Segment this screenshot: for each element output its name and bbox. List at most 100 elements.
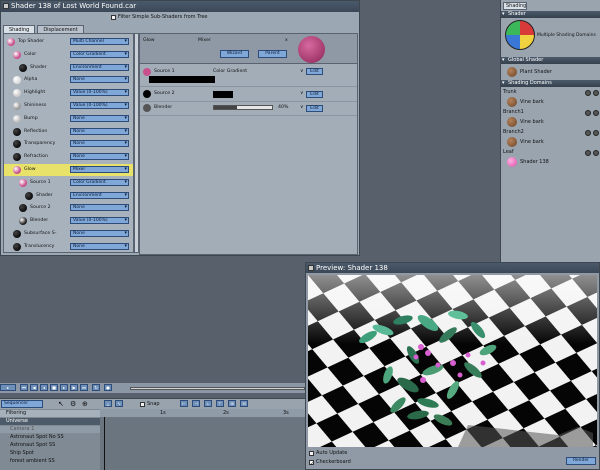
- domain-swatch[interactable]: [507, 137, 517, 147]
- stop-icon[interactable]: ■: [50, 384, 58, 391]
- render-viewport[interactable]: [308, 275, 597, 447]
- snap-checkbox[interactable]: [140, 401, 145, 407]
- shader-type-dropdown[interactable]: Multi Channel: [70, 38, 129, 45]
- playhead[interactable]: [104, 417, 105, 470]
- detail-close-x[interactable]: x: [285, 38, 288, 43]
- wizard-button[interactable]: Wizard: [220, 50, 249, 58]
- shader-type-dropdown[interactable]: Environment: [70, 191, 129, 199]
- prev-frame-icon[interactable]: ◀: [30, 384, 38, 391]
- tree-row-subsurface-s[interactable]: Subsurface S- None: [4, 228, 133, 240]
- filtering-dropdown[interactable]: Filtering: [0, 410, 100, 417]
- tree-row-shader[interactable]: Shader Environment: [4, 62, 133, 74]
- sequencer-item[interactable]: Astronaut Spot SS: [0, 442, 100, 449]
- goto-end-icon[interactable]: ⏭: [80, 384, 88, 391]
- shader-type-dropdown[interactable]: Color Gradient: [70, 178, 129, 186]
- gear-icon[interactable]: ⚙: [70, 400, 76, 408]
- domain-edit-icon[interactable]: [585, 90, 591, 96]
- shader-type-dropdown[interactable]: Color Gradient: [70, 50, 129, 58]
- domain-options-icon[interactable]: [593, 150, 599, 156]
- close-icon[interactable]: [308, 265, 314, 271]
- domain-shader-name[interactable]: Vine bark: [520, 119, 544, 125]
- goto-start-icon[interactable]: ⏮: [20, 384, 28, 391]
- tree-row-color[interactable]: Color Color Gradient: [4, 49, 133, 61]
- split-icon[interactable]: ⊟: [240, 400, 248, 407]
- universe-row[interactable]: Universe: [0, 418, 100, 425]
- domain-swatch[interactable]: [507, 157, 517, 167]
- time-ruler[interactable]: [100, 409, 305, 417]
- domain-shader-name[interactable]: Vine bark: [520, 99, 544, 105]
- close-icon[interactable]: [3, 3, 9, 9]
- shader-type-dropdown[interactable]: None: [70, 242, 129, 250]
- blender-slider[interactable]: [213, 105, 273, 110]
- key-icon[interactable]: ⟂: [104, 400, 112, 407]
- tree-row-translucency[interactable]: Translucency None: [4, 241, 133, 252]
- domain-options-icon[interactable]: [593, 90, 599, 96]
- shader-type-dropdown[interactable]: Environment: [70, 63, 129, 71]
- sequencer-tracks[interactable]: 1s 2s 3s: [100, 409, 305, 470]
- sequencer-item[interactable]: forest ambient SS: [0, 458, 100, 465]
- domain-shader-name[interactable]: Shader 138: [520, 159, 549, 165]
- shader-type-dropdown[interactable]: None: [70, 153, 129, 161]
- shader-type-dropdown[interactable]: Value (0-100%): [70, 102, 129, 109]
- source1-edit-button[interactable]: Edit: [306, 68, 323, 75]
- tree-row-glow[interactable]: Glow Mixer: [4, 164, 133, 176]
- filter-checkbox[interactable]: [111, 14, 116, 20]
- domain-options-icon[interactable]: [593, 130, 599, 136]
- pointer-tool-icon[interactable]: ↖: [58, 400, 64, 408]
- sequencer-dropdown[interactable]: Sequencer: [1, 400, 43, 408]
- tree-row-shininess[interactable]: Shininess Value (0-100%): [4, 100, 133, 112]
- record-icon[interactable]: ●: [104, 384, 112, 391]
- shader-type-dropdown[interactable]: Value (0-100%): [70, 217, 129, 225]
- shader-type-dropdown[interactable]: None: [70, 127, 129, 135]
- play-icon[interactable]: ▸: [60, 384, 68, 391]
- domain-edit-icon[interactable]: [585, 150, 591, 156]
- shader-type-dropdown[interactable]: None: [70, 204, 129, 212]
- shader-type-dropdown[interactable]: Mixer: [70, 166, 129, 173]
- loop-icon[interactable]: ↻: [92, 384, 100, 391]
- shader-type-dropdown[interactable]: Value (0-100%): [70, 89, 129, 97]
- preview-titlebar[interactable]: Preview: Shader 138: [306, 263, 599, 273]
- shader-type-dropdown[interactable]: None: [70, 76, 129, 84]
- domain-edit-icon[interactable]: [585, 110, 591, 116]
- tree-row-transparency[interactable]: Transparency None: [4, 138, 133, 150]
- tree-row-highlight[interactable]: Highlight Value (0-100%): [4, 87, 133, 99]
- distribute-icon[interactable]: ⊤: [216, 400, 224, 407]
- playback-mode-button[interactable]: ▸: [0, 384, 16, 391]
- align-center-icon[interactable]: ⊣: [192, 400, 200, 407]
- shader-type-dropdown[interactable]: None: [70, 114, 129, 122]
- align-left-icon[interactable]: ⊢: [180, 400, 188, 407]
- tab-displacement[interactable]: Displacement: [37, 25, 84, 33]
- key-curve-icon[interactable]: ∿: [115, 400, 123, 407]
- align-right-icon[interactable]: ⊥: [204, 400, 212, 407]
- shader-section-header[interactable]: Shader: [501, 11, 600, 18]
- tree-row-reflection[interactable]: Reflection None: [4, 126, 133, 138]
- tree-row-top-shader[interactable]: Top Shader Multi Channel: [4, 36, 133, 48]
- tree-row-blender[interactable]: Blender Value (0-100%): [4, 215, 133, 227]
- tree-row-bump[interactable]: Bump None: [4, 113, 133, 125]
- shader-type-dropdown[interactable]: None: [70, 140, 129, 148]
- trim-icon[interactable]: ⊞: [228, 400, 236, 407]
- tree-row-refraction[interactable]: Refraction None: [4, 151, 133, 163]
- sequencer-item[interactable]: Camera 1: [0, 426, 100, 433]
- timeline-scrubber[interactable]: [130, 387, 305, 390]
- sequencer-item[interactable]: Ship Spot: [0, 450, 100, 457]
- blender-edit-button[interactable]: Edit: [306, 105, 323, 112]
- domain-options-icon[interactable]: [593, 110, 599, 116]
- auto-update-checkbox[interactable]: [309, 450, 314, 456]
- domain-swatch[interactable]: [507, 97, 517, 107]
- sequencer-item[interactable]: Astronaut Spot No SS: [0, 434, 100, 441]
- domain-shader-name[interactable]: Vine bark: [520, 139, 544, 145]
- domain-edit-icon[interactable]: [585, 130, 591, 136]
- shader-window-titlebar[interactable]: Shader 138 of Lost World Found.car: [1, 1, 359, 12]
- tree-row-shader[interactable]: Shader Environment: [4, 190, 133, 202]
- shader-type-dropdown[interactable]: None: [70, 230, 129, 237]
- play-backward-icon[interactable]: ◂: [40, 384, 48, 391]
- zoom-icon[interactable]: ⊕: [82, 400, 88, 408]
- parent-button[interactable]: Parent: [258, 50, 287, 58]
- tree-row-alpha[interactable]: Alpha None: [4, 74, 133, 86]
- next-frame-icon[interactable]: ▶: [70, 384, 78, 391]
- source2-edit-button[interactable]: Edit: [306, 91, 323, 98]
- domain-swatch[interactable]: [507, 117, 517, 127]
- tab-shading[interactable]: Shading: [3, 25, 36, 33]
- checkerboard-checkbox[interactable]: ✓: [309, 459, 314, 467]
